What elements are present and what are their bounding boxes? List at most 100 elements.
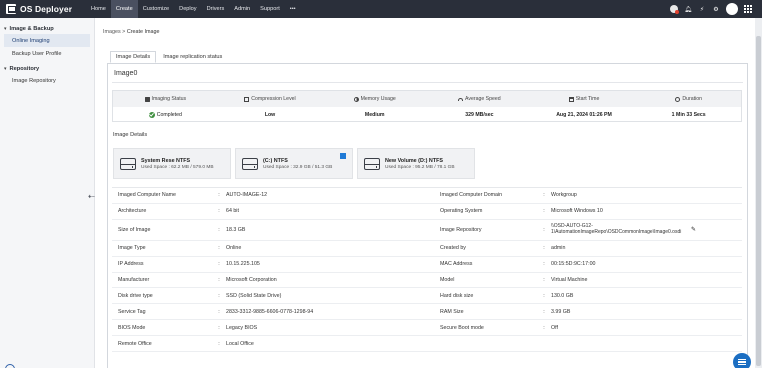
- disk-name: (C:) NTFS: [263, 157, 288, 164]
- property-label: Secure Boot mode: [440, 324, 484, 331]
- disk-usage: Used Space : 95.2 MB / 78.1 GB: [385, 164, 455, 170]
- sidebar-section-image-backup[interactable]: ▾ Image & Backup: [0, 24, 94, 34]
- nav-support[interactable]: Support: [255, 0, 285, 18]
- brand[interactable]: OS Deployer: [0, 4, 82, 14]
- stats-value-row: Completed Low Medium 329 MB/sec Aug 21, …: [113, 107, 741, 122]
- repository-path: \\OSD-AUTO-G12-1\AutomationImageRepo\OSD…: [551, 223, 682, 235]
- sidebar-section-label: Image & Backup: [9, 26, 54, 32]
- property-label: BIOS Mode: [118, 324, 146, 331]
- nav-home[interactable]: Home: [86, 0, 111, 18]
- property-label: Imaged Computer Domain: [440, 192, 503, 199]
- property-label: Image Type: [118, 245, 146, 252]
- stat-header-memory-usage: Memory Usage: [322, 91, 427, 107]
- top-right-toolbar: 🔔︎ ⚡︎ ⚙: [670, 0, 738, 18]
- disk-usage: Used Space : 32.9 GB / 51.3 GB: [263, 164, 333, 170]
- property-value: 00:15:5D:9C:17:00: [551, 261, 596, 268]
- property-value: AUTO-IMAGE-12: [226, 192, 268, 199]
- notification-icon[interactable]: 🔔︎: [684, 5, 692, 13]
- table-row: Size of Image:18.3 GB Image Repository: …: [112, 219, 742, 241]
- property-label: Service Tag: [118, 308, 146, 315]
- breadcrumb-images[interactable]: Images: [103, 29, 121, 35]
- property-label: Hard disk size: [440, 292, 474, 299]
- property-value: 3.99 GB: [551, 308, 571, 315]
- table-row: Image Type: Online Created by: admin: [112, 241, 742, 257]
- table-row: Manufacturer: Microsoft Corporation Model…: [112, 273, 742, 289]
- sidebar-item-online-imaging[interactable]: Online Imaging: [4, 34, 90, 47]
- property-label: Operating System: [440, 208, 483, 215]
- property-label: Architecture: [118, 208, 147, 215]
- disk-name: New Volume (D:) NTFS: [385, 157, 443, 164]
- stat-duration: 1 Min 33 Secs: [671, 111, 706, 118]
- help-icon[interactable]: [5, 364, 15, 368]
- collapse-sidebar-icon[interactable]: ⇠: [88, 192, 95, 201]
- property-value: 18.3 GB: [226, 226, 246, 233]
- compression-icon: [244, 96, 250, 102]
- nav-drivers[interactable]: Drivers: [202, 0, 230, 18]
- table-row: BIOS Mode: Legacy BIOS Secure Boot mode: O…: [112, 320, 742, 337]
- settings-icon[interactable]: ⚙: [712, 5, 720, 13]
- edit-icon[interactable]: ✎: [691, 226, 696, 233]
- avatar[interactable]: [726, 3, 738, 15]
- property-label: Image Repository: [440, 226, 482, 233]
- property-value: Microsoft Corporation: [226, 277, 277, 283]
- property-value: Local Office: [226, 340, 254, 347]
- scrollbar-thumb[interactable]: [756, 36, 761, 366]
- property-label: Disk drive type: [118, 292, 153, 299]
- disk-card[interactable]: System Rese NTFS Used Space : 62.2 MB / …: [113, 148, 231, 179]
- divider: [112, 82, 743, 83]
- main-content: Images > Create Image Image Details Imag…: [103, 18, 753, 368]
- stat-header-duration: Duration: [636, 91, 741, 107]
- sidebar-item-image-repository[interactable]: Image Repository: [0, 74, 94, 87]
- tab-bar: Image Details Image replication status: [110, 51, 227, 63]
- speedometer-icon: [458, 97, 464, 101]
- table-row: Remote Office: Local Office: [112, 336, 742, 353]
- nav-more-button[interactable]: •••: [285, 0, 301, 18]
- sidebar-section-repository[interactable]: ▾ Repository: [0, 64, 94, 74]
- sidebar-item-backup-user-profile[interactable]: Backup User Profile: [0, 47, 94, 60]
- property-value: Legacy BIOS: [226, 324, 258, 331]
- nav-customize[interactable]: Customize: [138, 0, 174, 18]
- app-grid-icon[interactable]: [744, 5, 752, 13]
- property-label: Created by: [440, 245, 466, 252]
- property-label: RAM Size: [440, 308, 464, 315]
- sidebar: ▾ Image & Backup Online Imaging Backup U…: [0, 18, 95, 368]
- chevron-down-icon: ▾: [4, 66, 7, 72]
- power-icon[interactable]: ⚡︎: [698, 5, 706, 13]
- property-label: IP Address: [118, 261, 144, 268]
- property-value: 64 bit: [226, 208, 239, 215]
- main-nav: Home Create Customize Deploy Drivers Adm…: [86, 0, 301, 18]
- tab-image-details[interactable]: Image Details: [110, 51, 157, 63]
- image-details-heading: Image Details: [113, 132, 148, 138]
- image-repository-value: \\OSD-AUTO-G12-1\AutomationImageRepo\OSD…: [551, 223, 741, 235]
- nav-admin[interactable]: Admin: [229, 0, 255, 18]
- stat-header-compression-level: Compression Level: [218, 91, 323, 107]
- stat-start-time: Aug 21, 2024 01:26 PM: [556, 111, 612, 118]
- disk-card[interactable]: New Volume (D:) NTFS Used Space : 95.2 M…: [357, 148, 475, 179]
- property-label: Size of Image: [118, 226, 151, 233]
- stat-average-speed: 329 MB/sec: [465, 111, 494, 118]
- property-label: Model: [440, 277, 455, 283]
- breadcrumb: Images > Create Image: [103, 29, 160, 35]
- imaging-stats-table: Imaging Status Compression Level Memory …: [112, 90, 742, 122]
- nav-deploy[interactable]: Deploy: [174, 0, 201, 18]
- vertical-scrollbar[interactable]: [755, 18, 762, 368]
- nav-create[interactable]: Create: [110, 0, 138, 18]
- stat-imaging-status: Completed: [113, 107, 218, 122]
- disk-usage: Used Space : 62.2 MB / 579.0 MB: [141, 164, 214, 170]
- stat-header-imaging-status: Imaging Status: [113, 91, 218, 107]
- property-label: Imaged Computer Name: [118, 192, 176, 199]
- menu-fab-button[interactable]: [733, 353, 751, 368]
- panel-title: Image0: [114, 70, 138, 77]
- disk-name: System Rese NTFS: [141, 157, 191, 164]
- stat-header-start-time: Start Time: [532, 91, 637, 107]
- tab-image-replication-status[interactable]: Image replication status: [158, 51, 227, 63]
- check-circle-icon: [148, 111, 155, 118]
- property-value: 2833-3312-9885-6606-0778-1298-94: [226, 308, 314, 315]
- image-icon: [144, 96, 150, 102]
- disk-card[interactable]: (C:) NTFS Used Space : 32.9 GB / 51.3 GB: [235, 148, 353, 179]
- table-row: Imaged Computer Name: AUTO-IMAGE-12 Image…: [112, 188, 742, 204]
- breadcrumb-current: Create Image: [126, 29, 160, 35]
- property-label: MAC Address: [440, 261, 473, 268]
- license-icon[interactable]: [670, 5, 679, 14]
- property-value: Off: [551, 324, 558, 331]
